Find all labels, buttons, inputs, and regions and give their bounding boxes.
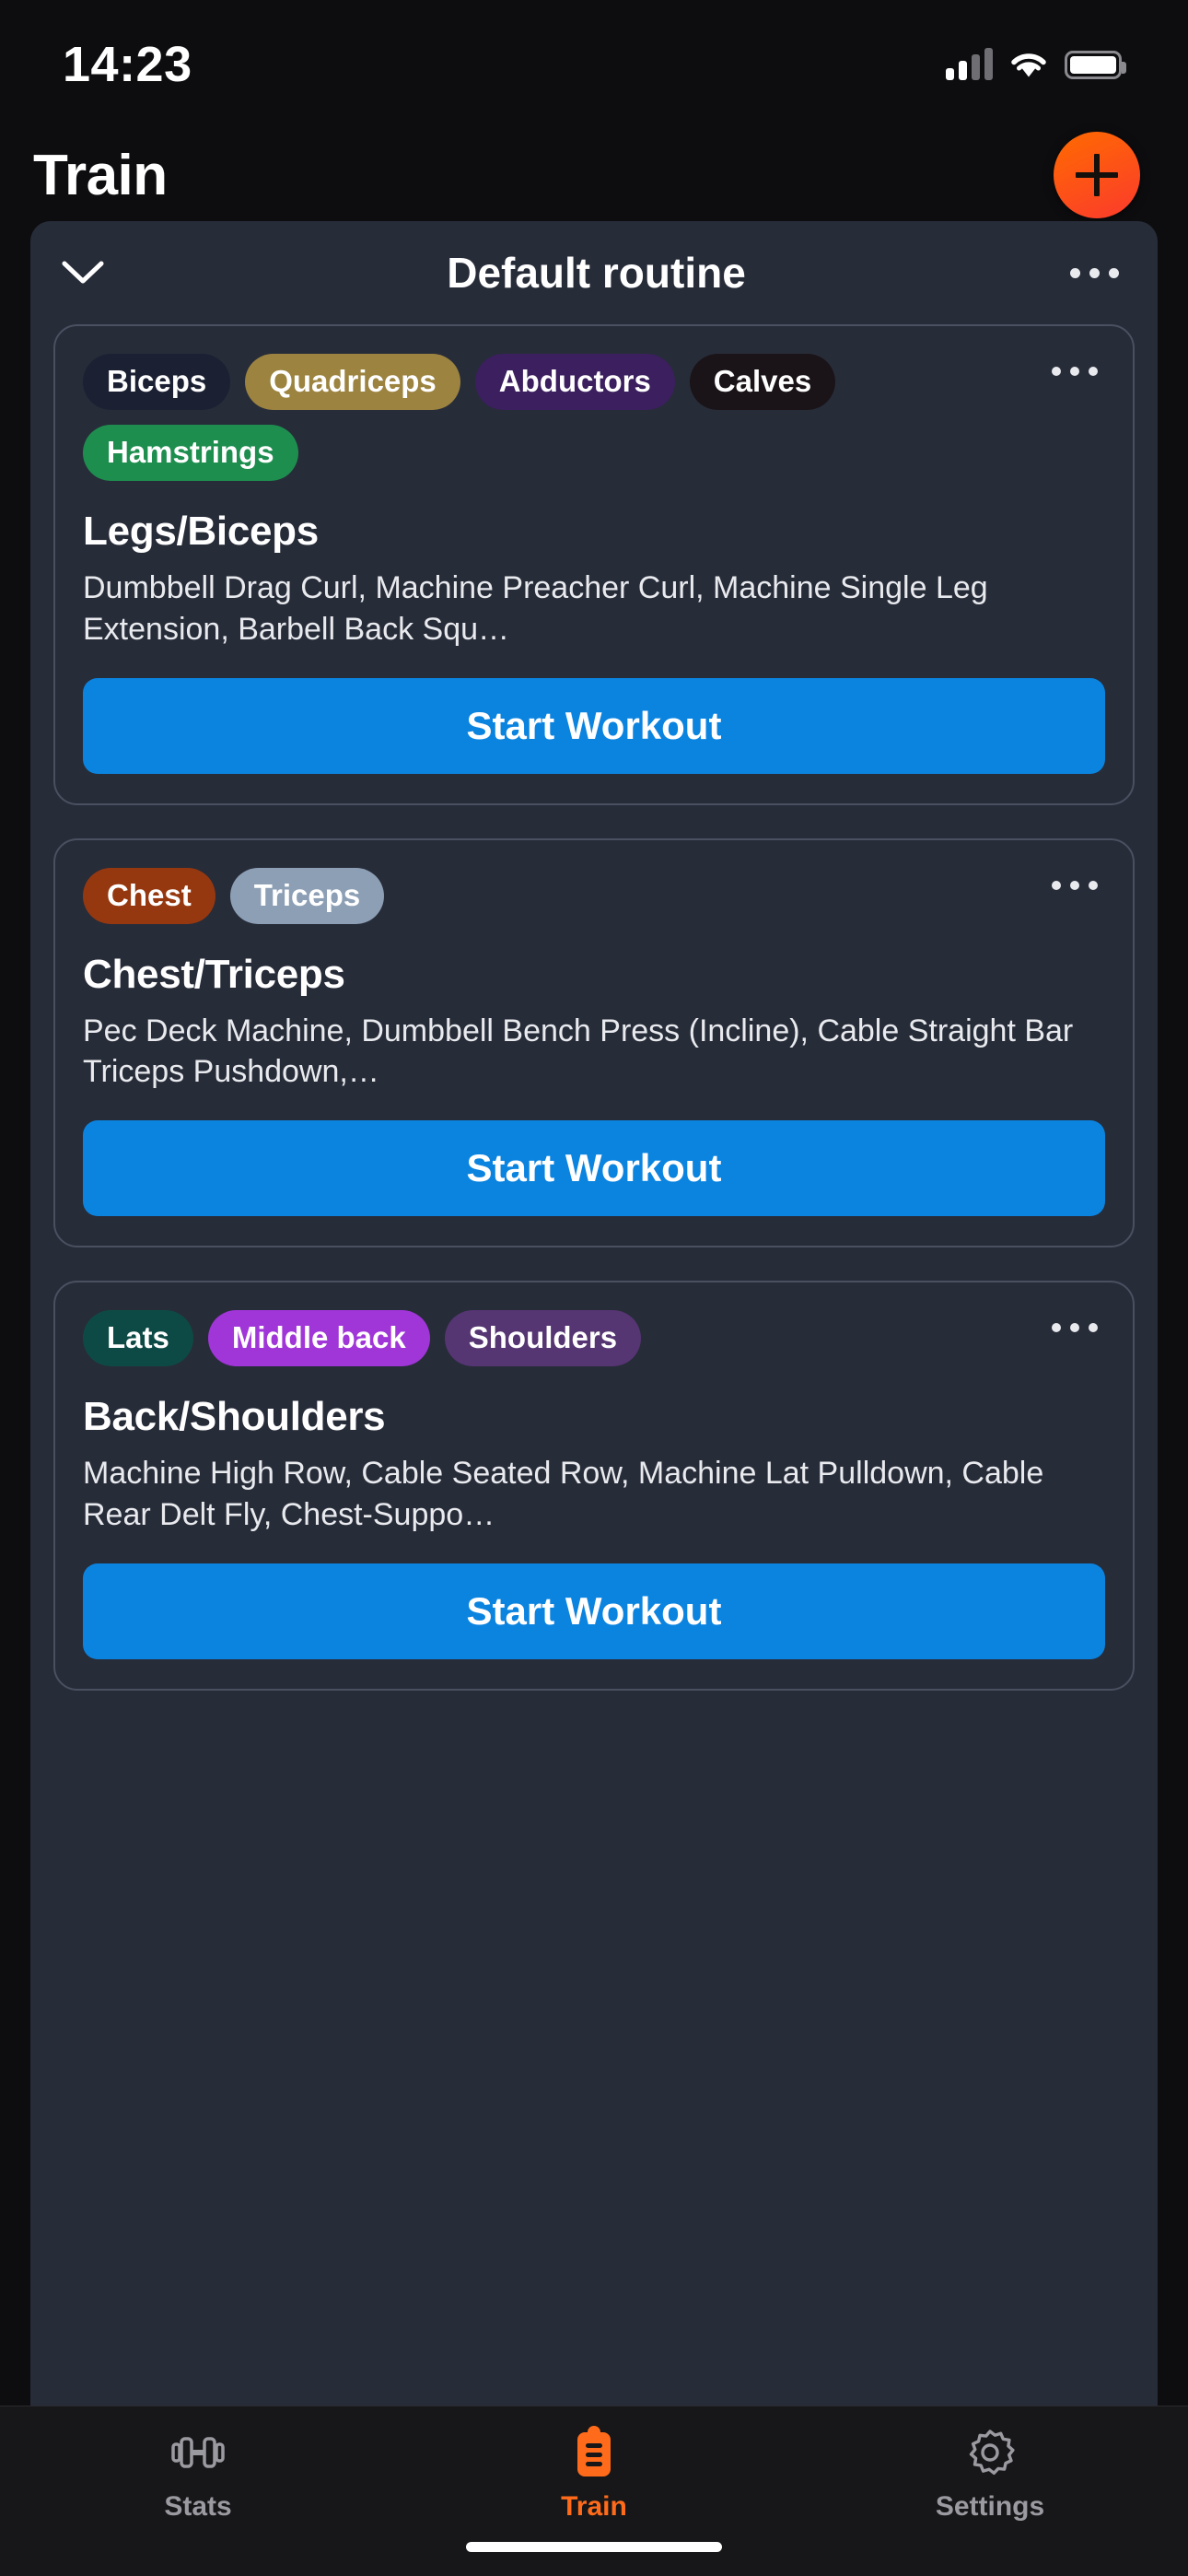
dumbbell-icon xyxy=(171,2427,225,2478)
workout-exercises: Dumbbell Drag Curl, Machine Preacher Cur… xyxy=(83,569,988,647)
app-header: Train xyxy=(0,129,1188,221)
muscle-tag-list: Chest Triceps xyxy=(83,867,1035,924)
tab-label: Stats xyxy=(164,2491,232,2522)
muscle-tag: Hamstrings xyxy=(83,424,298,481)
workout-card[interactable]: Lats Middle back Shoulders Back/Shoulder… xyxy=(53,1281,1135,1692)
muscle-tag: Lats xyxy=(83,1310,193,1367)
routine-header: Default routine xyxy=(30,221,1158,324)
status-bar-icons xyxy=(946,48,1126,80)
muscle-tag: Middle back xyxy=(207,1310,430,1367)
cellular-signal-icon xyxy=(946,48,993,80)
tab-train[interactable]: Train xyxy=(398,2426,790,2523)
workout-menu-button[interactable] xyxy=(1044,1310,1105,1345)
chevron-down-icon[interactable] xyxy=(58,248,108,298)
page-title: Train xyxy=(33,143,168,207)
workout-card[interactable]: Chest Triceps Chest/Triceps Pec Deck Mac… xyxy=(53,837,1135,1248)
muscle-tag-list: Biceps Quadriceps Abductors Calves Hamst… xyxy=(83,354,1035,481)
routine-title: Default routine xyxy=(447,249,746,297)
muscle-tag: Calves xyxy=(689,354,836,410)
workout-menu-button[interactable] xyxy=(1044,868,1105,903)
muscle-tag: Quadriceps xyxy=(245,354,460,410)
start-workout-button[interactable]: Start Workout xyxy=(83,677,1105,774)
clipboard-icon xyxy=(574,2426,614,2478)
tab-stats[interactable]: Stats xyxy=(2,2427,394,2523)
workout-title: Back/Shoulders xyxy=(83,1394,386,1440)
workout-card-header: Chest Triceps xyxy=(83,867,1105,924)
add-routine-button[interactable] xyxy=(1054,132,1140,218)
gear-icon xyxy=(965,2427,1015,2478)
workout-title: Chest/Triceps xyxy=(83,951,345,997)
muscle-tag-list: Lats Middle back Shoulders xyxy=(83,1310,1035,1367)
workout-card-header: Biceps Quadriceps Abductors Calves Hamst… xyxy=(83,354,1105,481)
routine-menu-button[interactable] xyxy=(1063,255,1126,291)
app-screen: 14:23 Train Default routine Biceps Quadr… xyxy=(0,0,1188,2576)
battery-full-icon xyxy=(1065,50,1126,79)
muscle-tag: Abductors xyxy=(474,354,675,410)
status-bar: 14:23 xyxy=(0,0,1188,129)
muscle-tag: Triceps xyxy=(229,867,385,924)
workout-card[interactable]: Biceps Quadriceps Abductors Calves Hamst… xyxy=(53,324,1135,805)
status-bar-clock: 14:23 xyxy=(63,37,192,92)
tab-label: Train xyxy=(561,2491,627,2522)
start-workout-button[interactable]: Start Workout xyxy=(83,1120,1105,1217)
workout-title: Legs/Biceps xyxy=(83,508,319,554)
muscle-tag: Shoulders xyxy=(444,1310,642,1367)
start-workout-button[interactable]: Start Workout xyxy=(83,1563,1105,1660)
tab-settings[interactable]: Settings xyxy=(794,2427,1186,2523)
workout-exercises: Pec Deck Machine, Dumbbell Bench Press (… xyxy=(83,1013,1074,1090)
wifi-icon xyxy=(1011,53,1046,77)
muscle-tag: Biceps xyxy=(83,354,231,410)
home-indicator xyxy=(466,2542,722,2552)
workout-menu-button[interactable] xyxy=(1044,354,1105,389)
tab-label: Settings xyxy=(935,2491,1045,2522)
plus-icon xyxy=(1076,154,1118,196)
workout-card-header: Lats Middle back Shoulders xyxy=(83,1310,1105,1367)
routine-sheet: Default routine Biceps Quadriceps Abduct… xyxy=(30,221,1158,2406)
muscle-tag: Chest xyxy=(83,867,215,924)
workout-exercises: Machine High Row, Cable Seated Row, Mach… xyxy=(83,1456,1044,1533)
workout-list: Biceps Quadriceps Abductors Calves Hamst… xyxy=(30,324,1158,2406)
